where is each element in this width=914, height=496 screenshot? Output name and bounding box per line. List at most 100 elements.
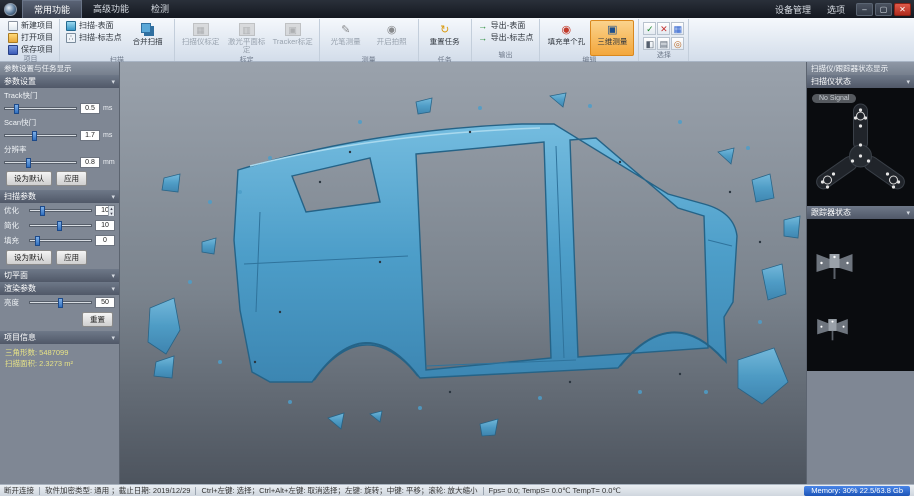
group-label-select: 选择 <box>643 51 684 61</box>
no-signal-badge: No Signal <box>812 94 856 103</box>
parameter-panel: 参数设置与任务显示 参数设置 Track快门 0.5 ms Scan快门 1.7… <box>0 62 120 484</box>
slider-handle[interactable] <box>40 206 45 216</box>
light-pen-measure-button[interactable]: ✎ 光笔测量 <box>324 20 368 56</box>
slider-label: 分辨率 <box>4 144 115 155</box>
slider-label: 优化 <box>4 205 26 216</box>
track-shutter-value[interactable]: 0.5 <box>80 103 100 114</box>
button-label: 三维测量 <box>591 38 633 54</box>
button-label: 新建项目 <box>21 20 53 31</box>
section-header-project-info[interactable]: 项目信息 <box>0 331 119 344</box>
brightness-slider[interactable] <box>29 301 92 304</box>
lasso-select-icon[interactable]: ▤ <box>657 37 670 50</box>
fill-single-hole-button[interactable]: ◉ 填充单个孔 <box>544 20 588 56</box>
save-icon <box>8 45 18 55</box>
invert-select-icon[interactable]: ◧ <box>643 37 656 50</box>
resolution-value[interactable]: 0.8 <box>80 157 100 168</box>
performance-stats: Fps= 0.0; TempS= 0.0℃ TempT= 0.0℃ <box>489 486 621 495</box>
apply-button[interactable]: 应用 <box>56 250 87 265</box>
slider-handle[interactable] <box>58 298 63 308</box>
optimize-value[interactable]: 10▲▼ <box>95 205 115 216</box>
slider-handle[interactable] <box>57 221 62 231</box>
scan-shutter-value[interactable]: 1.7 <box>80 130 100 141</box>
slider-handle[interactable] <box>35 236 40 246</box>
set-default-button[interactable]: 设为默认 <box>6 250 52 265</box>
set-default-button[interactable]: 设为默认 <box>6 171 52 186</box>
button-label: 导出-表面 <box>491 20 526 31</box>
tab-common-functions[interactable]: 常用功能 <box>22 0 82 18</box>
license-info: 软件加密类型: 通用 ；截止日期: 2019/12/29 <box>45 485 190 496</box>
scan-surface-button[interactable]: 扫描-表面 <box>64 20 124 31</box>
scan-shutter-row: Scan快门 1.7 ms <box>0 115 119 142</box>
slider-label: 亮度 <box>4 297 26 308</box>
laser-plane-calibration-button[interactable]: ▥ 激光平面标定 <box>225 20 269 56</box>
section-header-scan-params[interactable]: 扫描参数 <box>0 190 119 203</box>
ribbon-toolbar: 新建项目 打开项目 保存项目 项目 扫描-表面 <box>0 18 914 62</box>
maximize-button[interactable]: ▢ <box>875 3 892 16</box>
application-window: 常用功能 高级功能 检测 设备管理 选项 – ▢ ✕ 新建项目 打开项目 <box>0 0 914 496</box>
brightness-value[interactable]: 50 <box>95 297 115 308</box>
grid-select-icon[interactable]: ▦ <box>671 22 684 35</box>
unit-label: ms <box>103 132 115 139</box>
simplify-value[interactable]: 10 <box>95 220 115 231</box>
scan-markers-button[interactable]: ∴ 扫描-标志点 <box>64 32 124 43</box>
export-surface-button[interactable]: → 导出-表面 <box>476 20 528 31</box>
scan-shutter-slider[interactable] <box>4 134 77 137</box>
close-button[interactable]: ✕ <box>894 3 911 16</box>
laser-plane-calibration-icon: ▥ <box>239 23 255 36</box>
three-d-measure-button[interactable]: ▣ 三维测量 <box>590 20 634 56</box>
section-title: 项目信息 <box>4 332 36 343</box>
apply-button[interactable]: 应用 <box>56 171 87 186</box>
reset-button[interactable]: 重置 <box>82 312 113 327</box>
cancel-icon[interactable]: ✕ <box>657 22 670 35</box>
section-title: 跟踪器状态 <box>811 207 851 218</box>
section-title: 切平面 <box>4 270 28 281</box>
section-header-clip-plane[interactable]: 切平面 <box>0 269 119 282</box>
check-icon[interactable]: ✓ <box>643 22 656 35</box>
section-header-scanner-status[interactable]: 扫描仪状态 <box>807 75 914 88</box>
export-markers-button[interactable]: → 导出-标志点 <box>476 32 536 43</box>
scanner-calibration-button[interactable]: ▦ 扫描仪标定 <box>179 20 223 56</box>
spinner-arrows-icon[interactable]: ▲▼ <box>108 206 114 216</box>
unit-label: mm <box>103 159 115 166</box>
options-menu[interactable]: 选项 <box>819 3 853 16</box>
save-project-button[interactable]: 保存项目 <box>6 44 55 55</box>
resolution-slider[interactable] <box>4 161 77 164</box>
simplify-slider[interactable] <box>29 224 92 227</box>
unit-label: ms <box>103 105 115 112</box>
section-header-parameters[interactable]: 参数设置 <box>0 75 119 88</box>
section-header-render[interactable]: 渲染参数 <box>0 282 119 295</box>
tab-advanced-functions[interactable]: 高级功能 <box>82 0 140 18</box>
optimize-slider[interactable] <box>29 209 92 212</box>
memory-badge: Memory: 30% 22.5/63.8 Gb <box>804 486 910 496</box>
viewport-3d[interactable] <box>120 62 806 484</box>
delete-icon[interactable]: ◎ <box>671 37 684 50</box>
open-project-button[interactable]: 打开项目 <box>6 32 55 43</box>
tab-inspection[interactable]: 检测 <box>140 0 180 18</box>
select-tools-grid: ✓ ✕ ▦ ◧ ▤ ◎ <box>643 20 684 51</box>
track-shutter-slider[interactable] <box>4 107 77 110</box>
car-body-scan-model <box>120 62 806 484</box>
fill-slider[interactable] <box>29 239 92 242</box>
slider-handle[interactable] <box>32 131 37 141</box>
fill-value[interactable]: 0 <box>95 235 115 246</box>
button-label: 导出-标志点 <box>491 32 534 43</box>
device-management-menu[interactable]: 设备管理 <box>767 3 819 16</box>
section-title: 扫描仪状态 <box>811 76 851 87</box>
new-project-button[interactable]: 新建项目 <box>6 20 55 31</box>
window-controls: – ▢ ✕ <box>856 3 911 16</box>
slider-handle[interactable] <box>14 104 19 114</box>
start-photo-button[interactable]: ◉ 开启拍照 <box>370 20 414 56</box>
status-bar: 断开连接 软件加密类型: 通用 ；截止日期: 2019/12/29 Ctrl+左… <box>0 484 914 496</box>
section-header-tracker-status[interactable]: 跟踪器状态 <box>807 206 914 219</box>
reset-task-button[interactable]: ↻ 重置任务 <box>423 20 467 56</box>
section-title: 渲染参数 <box>4 283 36 294</box>
export-markers-icon: → <box>478 33 488 43</box>
merge-scan-button[interactable]: 合并扫描 <box>126 20 170 56</box>
scan-buttons-row: 设为默认 应用 <box>0 248 119 269</box>
merge-scan-icon <box>141 23 151 33</box>
slider-handle[interactable] <box>26 158 31 168</box>
minimize-button[interactable]: – <box>856 3 873 16</box>
tracker-calibration-button[interactable]: ▣ Tracker标定 <box>271 20 315 56</box>
resolution-row: 分辨率 0.8 mm <box>0 142 119 169</box>
title-bar: 常用功能 高级功能 检测 设备管理 选项 – ▢ ✕ <box>0 0 914 18</box>
